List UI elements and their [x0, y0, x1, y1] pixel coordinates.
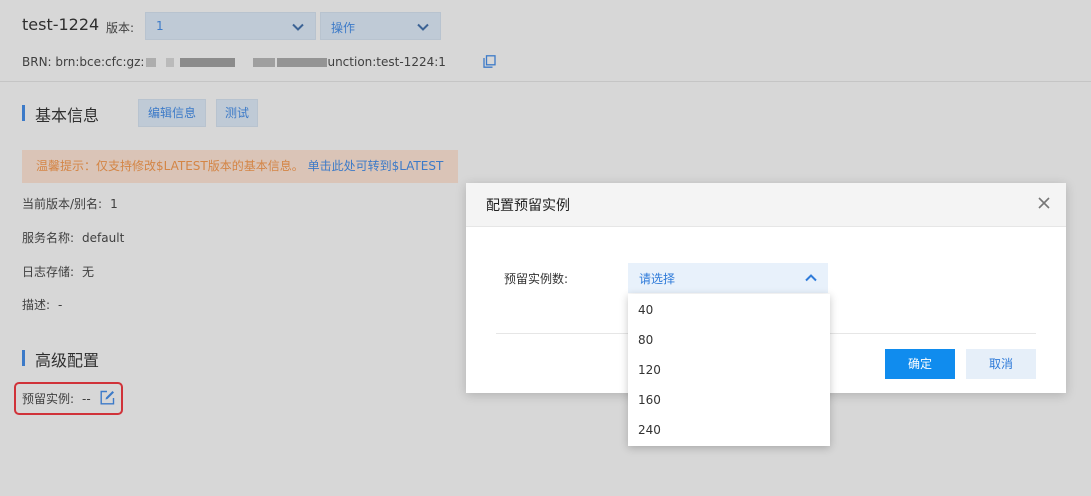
cancel-button[interactable]: 取消 — [966, 349, 1036, 379]
confirm-button[interactable]: 确定 — [885, 349, 955, 379]
option-item[interactable]: 80 — [638, 333, 653, 347]
option-item[interactable]: 40 — [638, 303, 653, 317]
option-item[interactable]: 120 — [638, 363, 661, 377]
reserved-count-options: 40 80 120 160 240 — [628, 294, 830, 446]
dialog-title: 配置预留实例 — [486, 198, 570, 214]
select-placeholder: 请选择 — [639, 272, 676, 286]
close-icon[interactable] — [1036, 195, 1052, 211]
chevron-up-icon — [805, 274, 817, 282]
option-item[interactable]: 240 — [638, 423, 661, 437]
reserved-count-label: 预留实例数: — [504, 272, 569, 286]
reserved-count-select[interactable]: 请选择 — [628, 263, 828, 293]
option-item[interactable]: 160 — [638, 393, 661, 407]
dialog-header: 配置预留实例 — [466, 183, 1066, 227]
